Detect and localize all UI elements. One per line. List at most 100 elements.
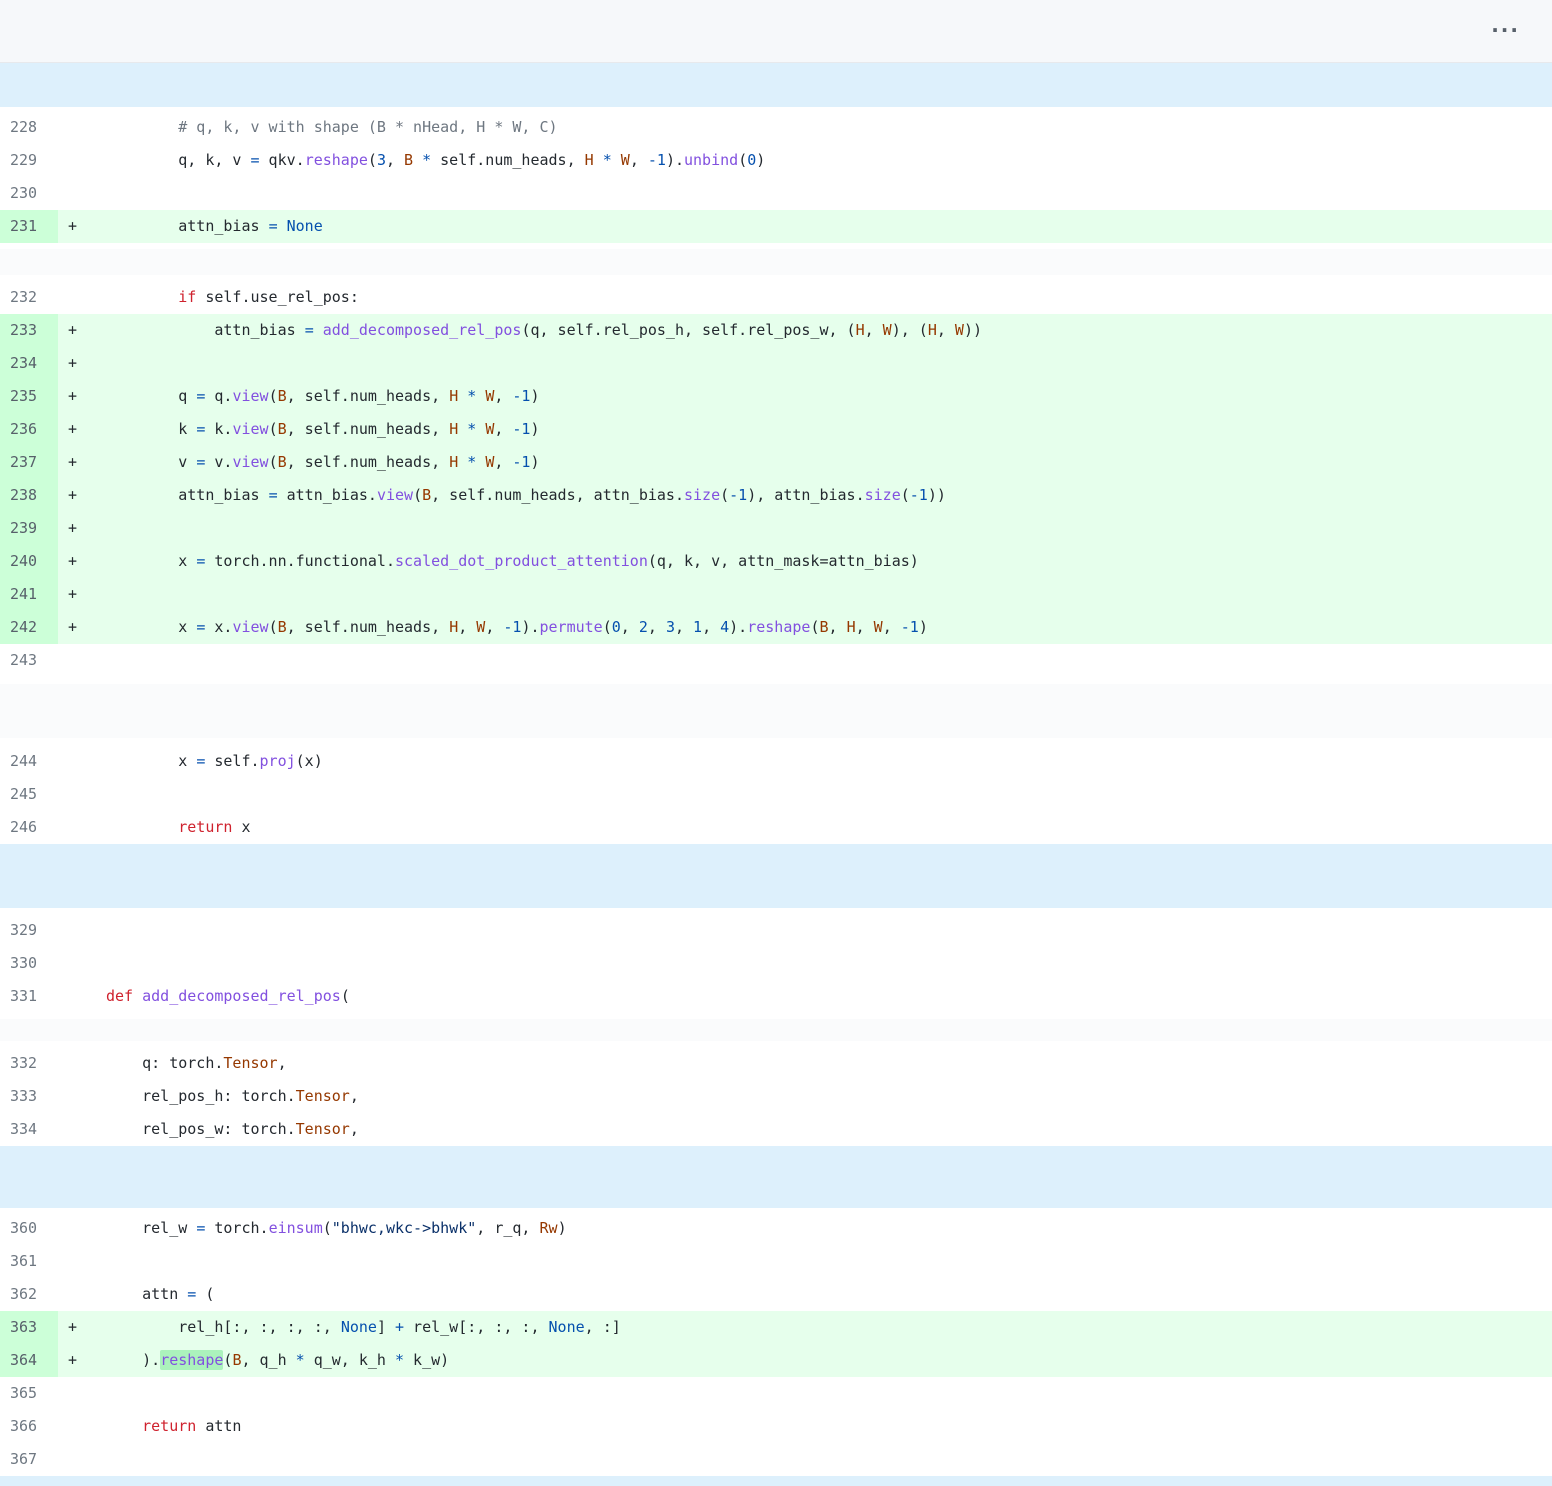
diff-row-added: 234+	[0, 347, 1552, 380]
code-token: W	[955, 321, 964, 339]
expand-hunk-row[interactable]	[0, 1146, 1552, 1208]
code-token: *	[467, 453, 476, 471]
code-token: , self.num_heads,	[287, 618, 450, 636]
code-line: x = torch.nn.functional.scaled_dot_produ…	[106, 545, 1552, 578]
code-line: return x	[106, 811, 1552, 844]
line-number[interactable]: 228	[0, 111, 58, 144]
line-number[interactable]: 232	[0, 281, 58, 314]
code-token: B	[278, 453, 287, 471]
line-number[interactable]: 367	[0, 1443, 58, 1476]
code-line: rel_pos_w: torch.Tensor,	[106, 1113, 1552, 1146]
line-number[interactable]: 229	[0, 144, 58, 177]
code-token: (	[413, 486, 422, 504]
code-token: Rw	[540, 1219, 558, 1237]
code-token: ).	[729, 618, 747, 636]
line-number[interactable]: 239	[0, 512, 58, 545]
line-number[interactable]: 332	[0, 1047, 58, 1080]
line-number[interactable]: 244	[0, 745, 58, 778]
line-number[interactable]: 238	[0, 479, 58, 512]
code-token	[458, 453, 467, 471]
line-number[interactable]: 243	[0, 644, 58, 677]
code-token: 2	[639, 618, 648, 636]
diff-row: 330	[0, 947, 1552, 980]
line-number[interactable]: 245	[0, 778, 58, 811]
code-token: permute	[540, 618, 603, 636]
expand-hunk-row[interactable]	[0, 844, 1552, 908]
code-token: =	[196, 420, 205, 438]
line-number[interactable]: 363	[0, 1311, 58, 1344]
code-token: add_decomposed_rel_pos	[323, 321, 522, 339]
code-token: (	[196, 1285, 214, 1303]
code-token: W	[485, 420, 494, 438]
diff-marker	[58, 281, 106, 314]
line-number[interactable]: 334	[0, 1113, 58, 1146]
code-token: (	[269, 420, 278, 438]
diff-row: 246 return x	[0, 811, 1552, 844]
code-line	[106, 1443, 1552, 1476]
line-number[interactable]: 234	[0, 347, 58, 380]
line-number[interactable]: 330	[0, 947, 58, 980]
code-token: unbind	[684, 151, 738, 169]
code-token	[594, 151, 603, 169]
code-token: *	[422, 151, 431, 169]
code-token: x	[106, 552, 196, 570]
diff-row: 243	[0, 644, 1552, 677]
line-number[interactable]: 365	[0, 1377, 58, 1410]
line-number[interactable]: 241	[0, 578, 58, 611]
code-token: B	[422, 486, 431, 504]
collapsed-lines-spacer	[0, 249, 1552, 275]
code-token: -1	[512, 453, 530, 471]
line-number[interactable]: 362	[0, 1278, 58, 1311]
diff-marker	[58, 1410, 106, 1443]
expand-hunk-row[interactable]	[0, 63, 1552, 107]
code-token: ,	[630, 151, 648, 169]
code-token: , self.num_heads, attn_bias.	[431, 486, 684, 504]
line-number[interactable]: 333	[0, 1080, 58, 1113]
expand-hunk-row[interactable]	[0, 1476, 1552, 1486]
code-token: if	[178, 288, 196, 306]
code-token: )	[530, 387, 539, 405]
code-token: +	[395, 1318, 404, 1336]
code-token	[133, 987, 142, 1005]
code-token: ,	[648, 618, 666, 636]
code-token: 3	[377, 151, 386, 169]
code-token: H	[449, 420, 458, 438]
line-number[interactable]: 329	[0, 914, 58, 947]
code-token: (	[720, 486, 729, 504]
code-token: ,	[621, 618, 639, 636]
diff-header: ···	[0, 0, 1552, 63]
diff-row-added: 237+ v = v.view(B, self.num_heads, H * W…	[0, 446, 1552, 479]
line-number[interactable]: 240	[0, 545, 58, 578]
line-number[interactable]: 364	[0, 1344, 58, 1377]
code-line: attn_bias = add_decomposed_rel_pos(q, se…	[106, 314, 1552, 347]
line-number[interactable]: 230	[0, 177, 58, 210]
code-token: ,	[485, 618, 503, 636]
diff-row-added: 242+ x = x.view(B, self.num_heads, H, W,…	[0, 611, 1552, 644]
code-token: ), (	[892, 321, 928, 339]
code-token: (	[269, 453, 278, 471]
line-number[interactable]: 235	[0, 380, 58, 413]
diff-marker	[58, 778, 106, 811]
line-number[interactable]: 366	[0, 1410, 58, 1443]
diff-marker	[58, 144, 106, 177]
kebab-menu-icon[interactable]: ···	[1485, 14, 1526, 46]
line-number[interactable]: 237	[0, 446, 58, 479]
code-token: =	[196, 1219, 205, 1237]
line-number[interactable]: 236	[0, 413, 58, 446]
line-number[interactable]: 360	[0, 1212, 58, 1245]
line-number[interactable]: 331	[0, 980, 58, 1013]
code-token: attn_bias	[106, 486, 269, 504]
code-token: ,	[937, 321, 955, 339]
code-token: attn_bias	[106, 321, 305, 339]
code-token	[106, 288, 178, 306]
line-number[interactable]: 233	[0, 314, 58, 347]
code-token: W	[476, 618, 485, 636]
line-number[interactable]: 246	[0, 811, 58, 844]
line-number[interactable]: 231	[0, 210, 58, 243]
line-number[interactable]: 361	[0, 1245, 58, 1278]
code-token: =	[269, 486, 278, 504]
code-token: W	[874, 618, 883, 636]
line-number[interactable]: 242	[0, 611, 58, 644]
diff-row-added: 236+ k = k.view(B, self.num_heads, H * W…	[0, 413, 1552, 446]
code-token: Tensor	[296, 1120, 350, 1138]
